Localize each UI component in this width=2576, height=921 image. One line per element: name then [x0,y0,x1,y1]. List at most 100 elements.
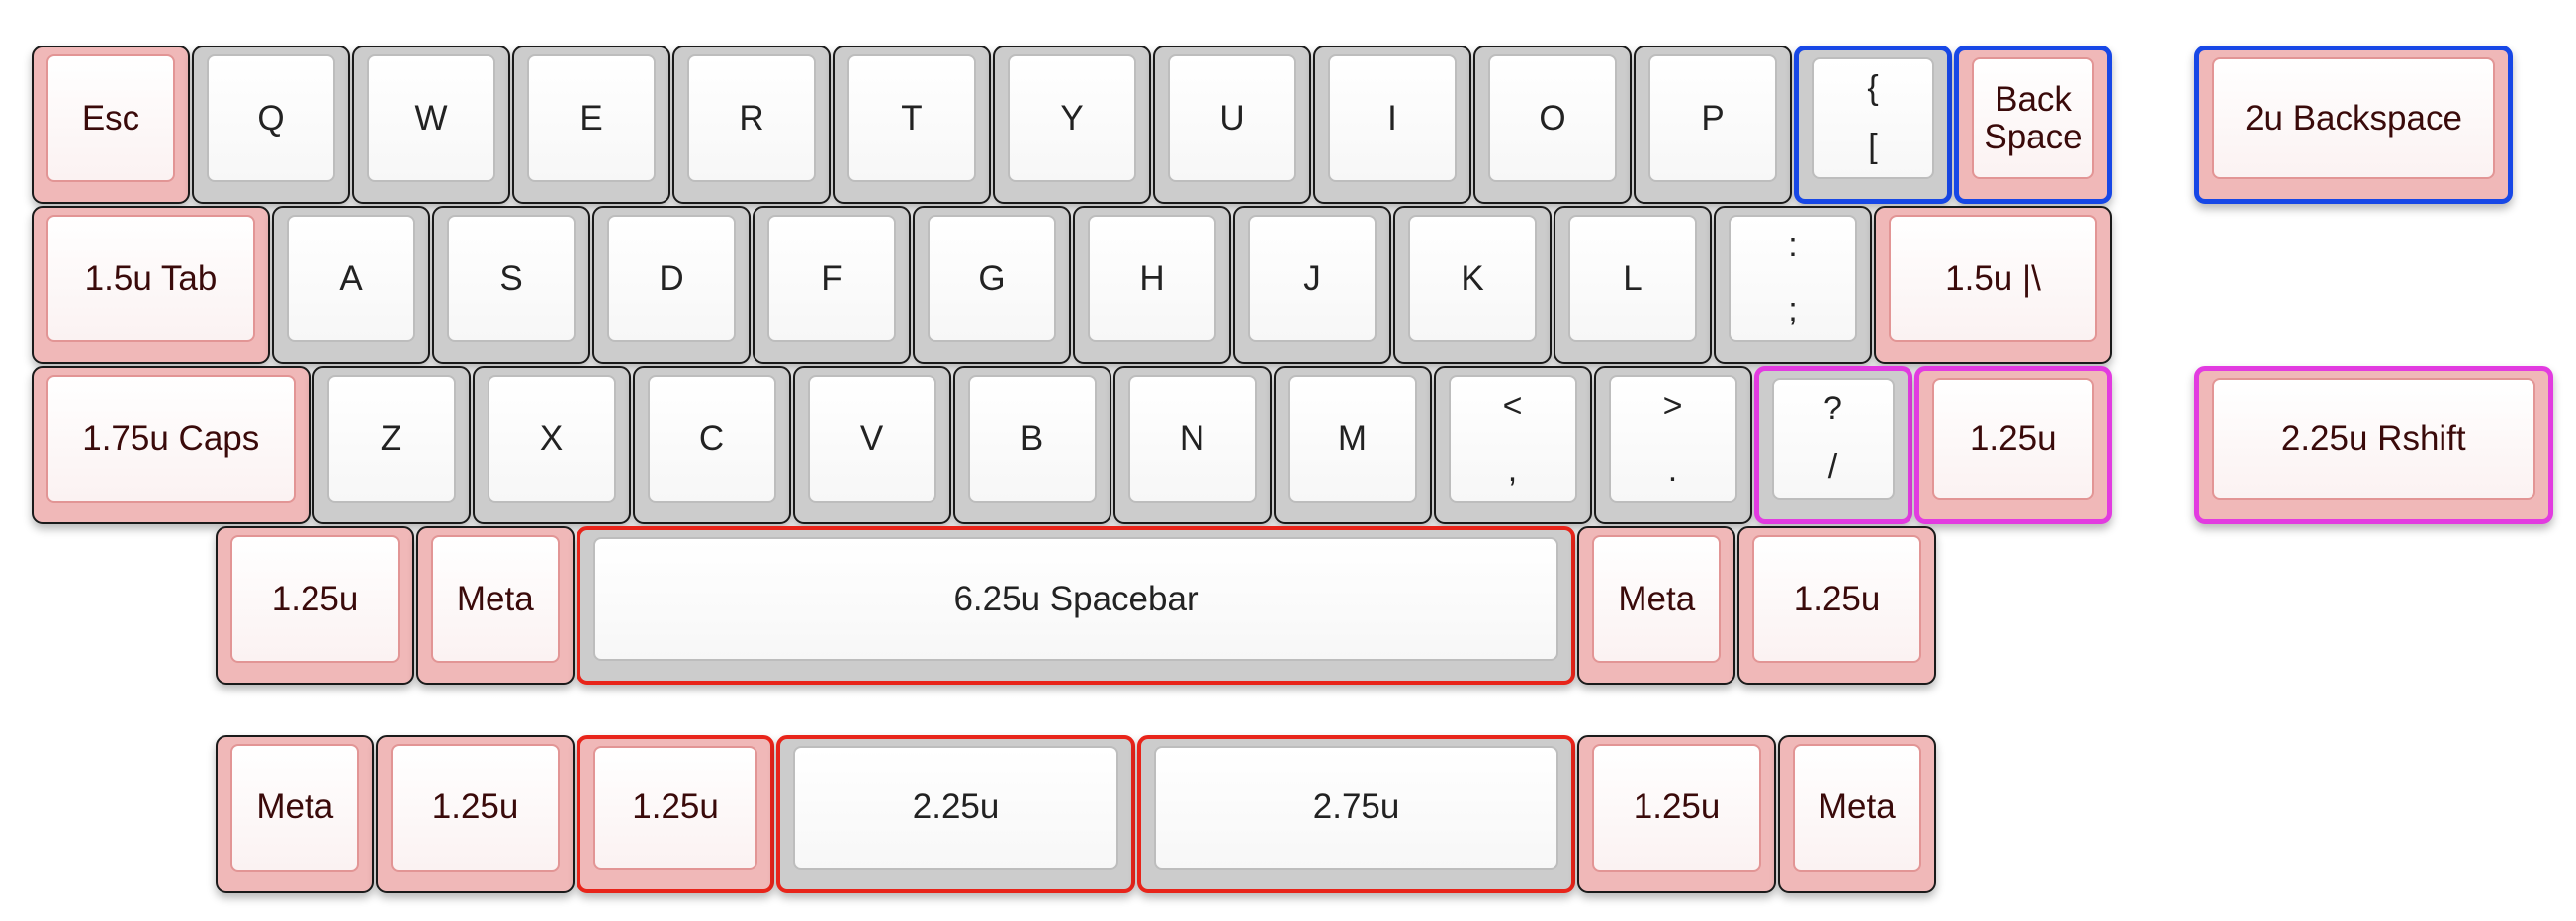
key-legend: J [1303,258,1321,298]
keycap-top: 2.25u [793,745,1118,870]
key-legend: P [1701,98,1725,138]
keycap-top: 1.25u [592,745,758,870]
key-legend: Meta [256,787,334,827]
key-z: Z [311,366,471,524]
keycap-top: {[ [1812,57,1934,179]
key-bracket: {[ [1794,46,1952,204]
key-b2-meta-l: Meta [216,734,375,893]
keycap-top: 1.25u [1931,378,2094,500]
key-legend: 6.25u Spacebar [953,579,1199,618]
key-legend: Meta [456,579,534,618]
keycap-top: 1.25u [391,743,560,872]
keycap-top: V [807,375,936,503]
keycap-top: Esc [46,54,175,182]
keycap-top: A [287,215,415,342]
key-slash: ? / [1753,366,1912,524]
keycap-top: 1.25u [1752,535,1921,663]
key-b1-space: 6.25u Spacebar [576,526,1576,685]
key-p: P [1634,46,1792,204]
key-legend-base: . [1667,451,1678,489]
key-g: G [913,206,1071,364]
key-rshift-split: 1.25u [1913,366,2112,524]
key-o: O [1473,46,1632,204]
key-i: I [1313,46,1471,204]
key-y: Y [993,46,1151,204]
key-legend: I [1387,98,1397,138]
key-backspace-split: Back Space [1954,46,2112,204]
key-w: W [352,46,510,204]
key-a: A [272,206,430,364]
key-legend-shift: > [1662,387,1683,424]
key-legend: 1.75u Caps [82,418,260,458]
key-legend-base: / [1827,448,1838,486]
key-c: C [632,366,791,524]
key-r: R [672,46,831,204]
keycap-top: 1.25u [230,535,400,663]
key-legend: G [978,258,1006,298]
key-k: K [1393,206,1552,364]
key-m: M [1273,366,1432,524]
key-legend: R [739,98,764,138]
key-b1-ctrl: 1.25u [216,526,414,685]
keycap-top: Meta [1792,743,1921,872]
keycap-top: 1.75u Caps [46,375,296,503]
key-j: J [1233,206,1391,364]
key-legend: 1.25u [632,787,719,827]
key-s: S [432,206,590,364]
key-legend: D [659,258,684,298]
key-legend: 2.25u Rshift [2280,418,2466,458]
keycap-top: U [1168,54,1296,182]
key-f: F [753,206,911,364]
keycap-top: B [967,375,1097,503]
key-legend-base: [ [1868,128,1878,165]
keycap-top: >. [1608,375,1737,503]
key-n: N [1112,366,1272,524]
key-legend: 1.25u [431,787,519,827]
key-legend: O [1539,98,1566,138]
key-legend: 1.25u [1633,787,1721,827]
key-legend: W [414,98,448,138]
keycap-top: J [1248,215,1377,342]
keycap-top: R [687,54,816,182]
key-esc: Esc [32,46,190,204]
key-t: T [833,46,991,204]
key-legend: 2.75u [1312,787,1400,827]
keycap-top: P [1648,54,1777,182]
keycap-top: E [527,54,656,182]
key-b1-ctrl-r: 1.25u [1737,526,1936,685]
keycap-top: I [1328,54,1457,182]
keycap-top: 1.5u Tab [46,215,255,342]
key-legend-shift: ? [1823,390,1842,427]
key-legend: 1.25u [271,579,359,618]
key-legend: A [339,258,363,298]
key-period: >. [1593,366,1752,524]
key-e: E [512,46,670,204]
key-b1-meta-l: Meta [415,526,575,685]
keycap-top: N [1127,375,1257,503]
keycap-top: 2.25u Rshift [2212,378,2535,500]
key-legend: T [901,98,923,138]
key-legend: 2u Backspace [2245,98,2462,138]
key-b2-225: 2.25u [776,734,1135,893]
key-legend: Meta [1818,787,1896,827]
key-d: D [592,206,751,364]
key-legend: 1.25u [1793,579,1881,618]
keycap-top: Meta [1592,535,1722,663]
keycap-top: <, [1448,375,1577,503]
key-legend-shift: < [1502,387,1523,424]
keycap-top: Meta [430,535,560,663]
key-legend: Y [1060,98,1084,138]
key-legend: H [1139,258,1165,298]
key-b2-125-c: 1.25u [1577,734,1776,893]
key-b2-275: 2.75u [1136,734,1576,893]
keycap-top: W [367,54,495,182]
keycap-top: Z [326,375,456,503]
keycap-top: X [487,375,616,503]
keycap-top: O [1488,54,1617,182]
layout-divider [208,692,1968,716]
keycap-top: 6.25u Spacebar [592,537,1559,661]
key-legend: 2.25u [912,787,1000,827]
keycap-top: Y [1008,54,1136,182]
keycap-top: Q [207,54,335,182]
keycap-top: L [1568,215,1697,342]
